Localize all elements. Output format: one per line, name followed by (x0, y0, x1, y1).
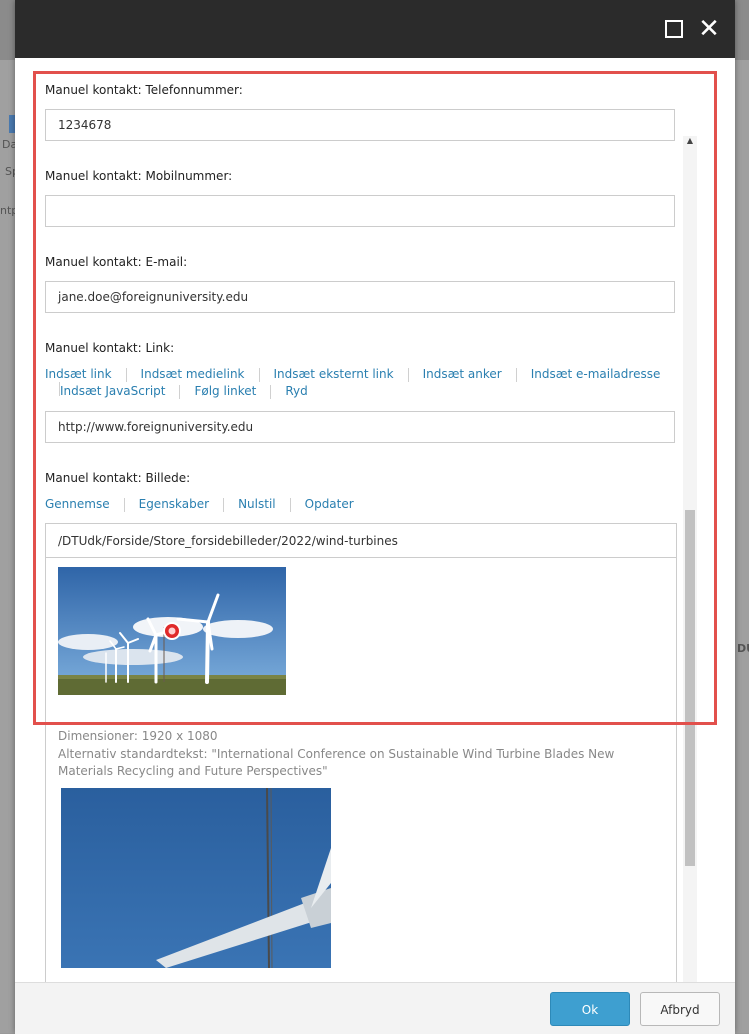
image-properties-button[interactable]: Egenskaber (139, 497, 209, 511)
toolbar-divider (289, 497, 291, 512)
insert-external-link-button[interactable]: Indsæt eksternt link (274, 367, 394, 381)
image-preview (61, 788, 331, 968)
maximize-icon[interactable] (663, 18, 685, 40)
image-alt-text: Alternativ standardtekst: "International… (58, 747, 615, 778)
link-toolbar-row2: Indsæt JavaScript Følg linket Ryd (60, 384, 700, 399)
link-input[interactable]: http://www.foreignuniversity.edu (45, 411, 675, 443)
image-path: /DTUdk/Forside/Store_forsidebilleder/202… (46, 524, 676, 558)
background-text-du: DU (737, 642, 749, 655)
email-input[interactable]: jane.doe@foreignuniversity.edu (45, 281, 675, 313)
clear-link-button[interactable]: Ryd (285, 384, 307, 398)
browse-image-button[interactable]: Gennemse (45, 497, 110, 511)
toolbar-divider (258, 367, 260, 382)
dialog-content: Manuel kontakt: Telefonnummer: 1234678 M… (15, 58, 735, 982)
toolbar-divider (179, 384, 181, 399)
mobile-label: Manuel kontakt: Mobilnummer: (45, 169, 233, 183)
scrollbar-thumb[interactable] (685, 510, 695, 866)
toolbar-divider (407, 367, 409, 382)
toolbar-divider (223, 497, 225, 512)
insert-javascript-button[interactable]: Indsæt JavaScript (60, 384, 165, 398)
image-dimensions: Dimensioner: 1920 x 1080 (58, 729, 218, 743)
insert-email-button[interactable]: Indsæt e-mailadresse (531, 367, 661, 381)
image-label: Manuel kontakt: Billede: (45, 471, 191, 485)
dialog-footer: Ok Afbryd (15, 982, 735, 1034)
image-field: /DTUdk/Forside/Store_forsidebilleder/202… (45, 523, 677, 982)
insert-link-button[interactable]: Indsæt link (45, 367, 112, 381)
toolbar-divider (270, 384, 272, 399)
dialog-titlebar: ✕ (15, 0, 735, 58)
ok-button[interactable]: Ok (550, 992, 630, 1026)
follow-link-button[interactable]: Følg linket (194, 384, 256, 398)
scroll-up-arrow-icon[interactable]: ▲ (685, 136, 695, 146)
cancel-button[interactable]: Afbryd (640, 992, 720, 1026)
link-label: Manuel kontakt: Link: (45, 341, 175, 355)
phone-input[interactable]: 1234678 (45, 109, 675, 141)
close-icon[interactable]: ✕ (698, 16, 720, 42)
toolbar-divider (515, 367, 517, 382)
image-thumbnail[interactable] (58, 567, 286, 695)
insert-anchor-button[interactable]: Indsæt anker (423, 367, 502, 381)
insert-media-link-button[interactable]: Indsæt medielink (141, 367, 245, 381)
background-page-right (735, 60, 749, 1033)
edit-dialog: ✕ Manuel kontakt: Telefonnummer: 1234678… (15, 0, 735, 1034)
refresh-image-button[interactable]: Opdater (305, 497, 354, 511)
image-toolbar: Gennemse Egenskaber Nulstil Opdater (45, 497, 685, 512)
toolbar-divider (125, 367, 127, 382)
content-scrollbar[interactable]: ▲ ▼ (683, 136, 697, 982)
toolbar-divider (123, 497, 125, 512)
reset-image-button[interactable]: Nulstil (238, 497, 276, 511)
email-label: Manuel kontakt: E-mail: (45, 255, 188, 269)
mobile-input[interactable] (45, 195, 675, 227)
phone-label: Manuel kontakt: Telefonnummer: (45, 83, 243, 97)
